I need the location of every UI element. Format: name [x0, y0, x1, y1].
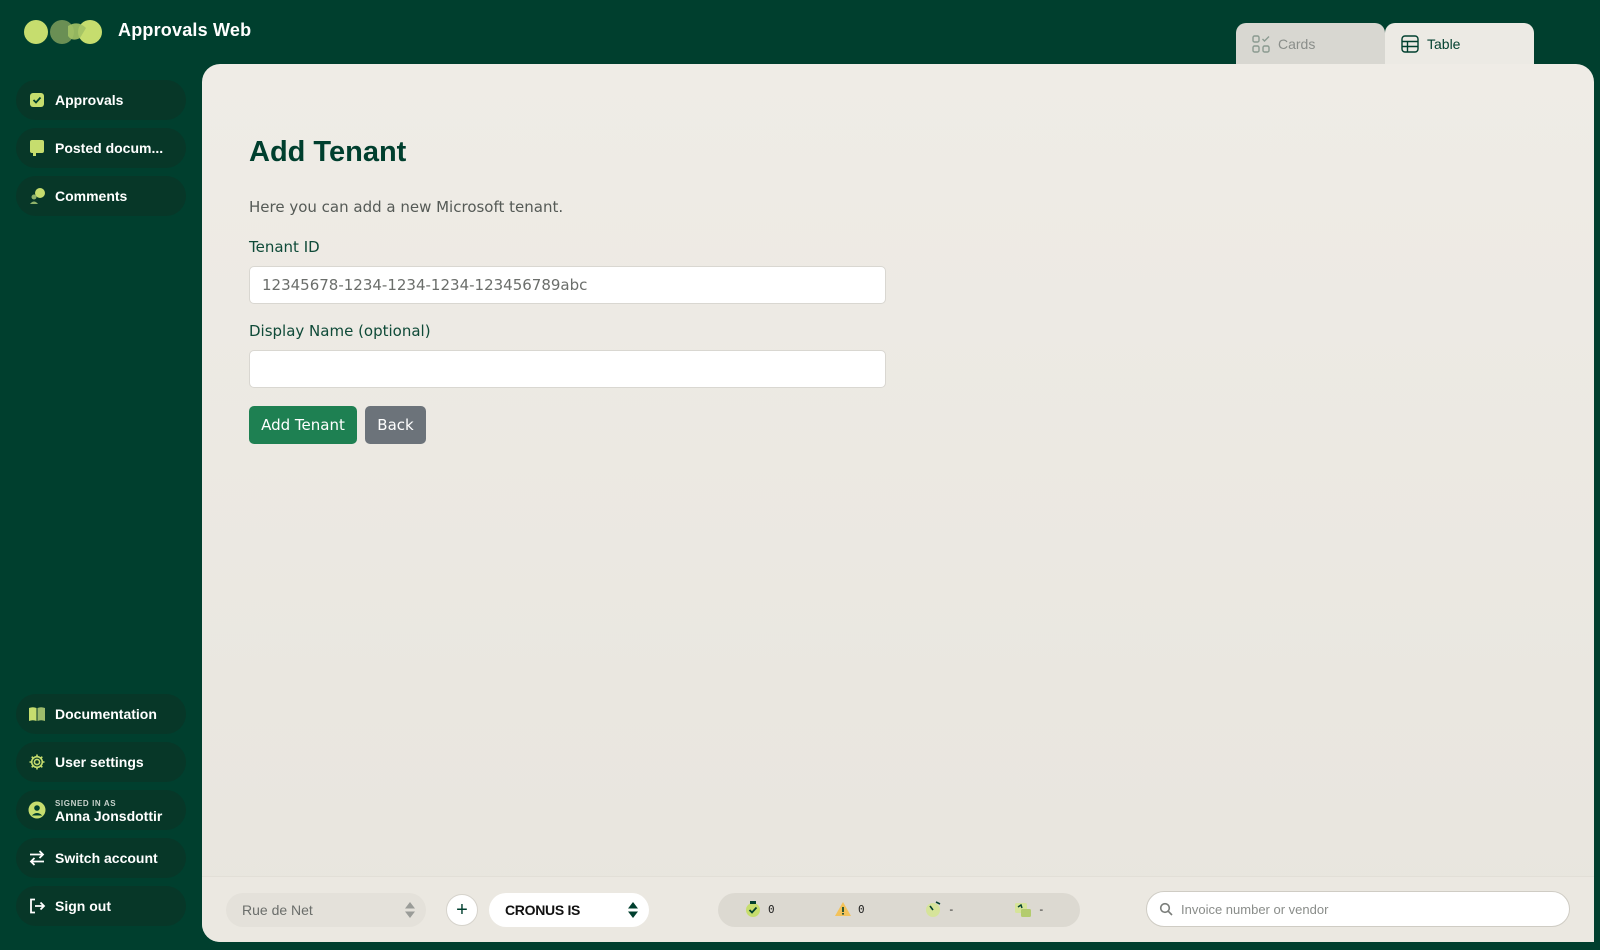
- user-avatar-icon: [28, 801, 46, 819]
- warning-icon: [835, 902, 851, 916]
- user-settings-label: User settings: [55, 754, 144, 770]
- gear-icon: [29, 754, 45, 770]
- sidebar-item-label: Comments: [55, 188, 128, 204]
- search-input[interactable]: [1181, 901, 1561, 917]
- back-button[interactable]: Back: [365, 406, 426, 444]
- signed-in-user: SIGNED IN AS Anna Jonsdottir: [16, 790, 186, 830]
- document-stack-icon: [1015, 903, 1031, 917]
- table-icon: [1401, 34, 1419, 53]
- search-icon: [1159, 902, 1173, 916]
- switch-arrows-icon: [29, 850, 45, 866]
- page-description: Here you can add a new Microsoft tenant.: [249, 198, 564, 216]
- app-logo-icon: [24, 20, 102, 44]
- company-select[interactable]: Rue de Net: [226, 893, 426, 927]
- stat-documents-value: -: [1038, 902, 1045, 916]
- stat-warnings-value: 0: [858, 902, 865, 916]
- stat-pending[interactable]: -: [924, 900, 955, 918]
- environment-select-value: CRONUS IS: [505, 902, 581, 918]
- view-tabs: Cards Table: [1236, 23, 1534, 64]
- tab-table-label: Table: [1427, 35, 1461, 52]
- sign-out-icon: [30, 898, 46, 914]
- user-settings-button[interactable]: User settings: [16, 742, 186, 782]
- sidebar-item-approvals[interactable]: Approvals: [16, 80, 186, 120]
- signed-in-name: Anna Jonsdottir: [55, 808, 163, 824]
- sign-out-button[interactable]: Sign out: [16, 886, 186, 926]
- approved-icon: [746, 901, 760, 917]
- status-summary: 0 0 - -: [718, 893, 1080, 927]
- signed-in-text: SIGNED IN AS Anna Jonsdottir: [55, 797, 162, 823]
- display-name-label: Display Name (optional): [249, 322, 431, 340]
- switch-account-button[interactable]: Switch account: [16, 838, 186, 878]
- tenant-id-input[interactable]: [249, 266, 886, 304]
- switch-account-label: Switch account: [55, 850, 158, 866]
- book-icon: [29, 707, 45, 721]
- tab-cards[interactable]: Cards: [1236, 23, 1385, 64]
- select-arrows-icon: [628, 902, 638, 918]
- posted-document-icon: [30, 140, 44, 156]
- sidebar-item-comments[interactable]: Comments: [16, 176, 186, 216]
- tenant-id-label: Tenant ID: [249, 238, 320, 256]
- sidebar-item-label: Approvals: [55, 92, 124, 108]
- page-title: Add Tenant: [249, 136, 407, 168]
- add-tenant-button[interactable]: Add Tenant: [249, 406, 357, 444]
- documentation-label: Documentation: [55, 706, 157, 722]
- cards-icon: [1252, 34, 1270, 53]
- add-company-button[interactable]: +: [446, 894, 478, 926]
- sign-out-label: Sign out: [55, 898, 111, 914]
- environment-select[interactable]: CRONUS IS: [489, 893, 649, 927]
- tab-cards-label: Cards: [1278, 35, 1316, 52]
- app-title: Approvals Web: [118, 20, 252, 40]
- stat-approved[interactable]: 0: [744, 900, 775, 918]
- stat-pending-value: -: [948, 902, 955, 916]
- stat-documents[interactable]: -: [1014, 900, 1045, 918]
- tab-table[interactable]: Table: [1385, 23, 1534, 64]
- approval-check-icon: [30, 93, 44, 107]
- company-select-value: Rue de Net: [242, 902, 313, 918]
- main-panel: Add Tenant Here you can add a new Micros…: [202, 64, 1594, 942]
- bottom-bar: Rue de Net + CRONUS IS 0 0 - - Invoice n…: [202, 876, 1594, 942]
- sidebar-item-posted-documents[interactable]: Posted docum...: [16, 128, 186, 168]
- documentation-button[interactable]: Documentation: [16, 694, 186, 734]
- display-name-input[interactable]: [249, 350, 886, 388]
- stat-warnings[interactable]: 0: [834, 900, 865, 918]
- pending-clock-icon: [926, 901, 941, 917]
- comments-icon: [30, 188, 45, 204]
- stat-approved-value: 0: [768, 902, 775, 916]
- search-box[interactable]: [1146, 891, 1570, 927]
- sidebar-item-label: Posted docum...: [55, 140, 164, 156]
- select-arrows-icon: [405, 902, 415, 918]
